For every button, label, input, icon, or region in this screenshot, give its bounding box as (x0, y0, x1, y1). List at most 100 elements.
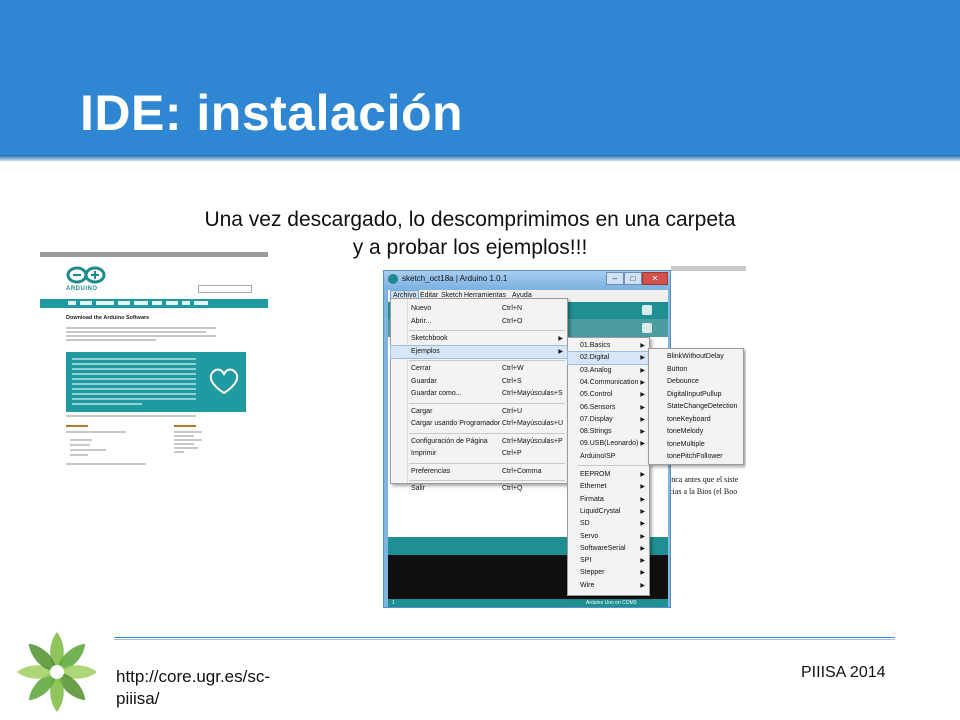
archivo-menu-item-label: Cargar (411, 407, 433, 415)
tab-menu-icon[interactable] (642, 323, 652, 333)
ejemplos-menu-item-label: 08.Strings (580, 428, 612, 436)
archivo-menu-item[interactable]: Configuración de Página Ctrl+Mayúsculas+P (391, 436, 567, 448)
ejemplos-menu-item[interactable]: 07.Display ▶ (568, 414, 649, 426)
website-search-field[interactable] (198, 285, 252, 293)
digital-example-item[interactable]: Button (649, 364, 743, 376)
archivo-menu-item-label: Nuevo (411, 305, 432, 312)
archivo-menu-item-shortcut: Ctrl+Q (502, 485, 523, 492)
website-heading: Download the Arduino Software (66, 315, 150, 321)
website-heart-graphic (202, 352, 246, 412)
archivo-menu-item[interactable]: Nuevo Ctrl+N (391, 303, 567, 315)
ejemplos-menu-item[interactable]: Servo ▶ (568, 531, 649, 543)
ejemplos-menu-item[interactable]: SoftwareSerial ▶ (568, 543, 649, 555)
submenu-arrow-icon: ▶ (640, 570, 645, 577)
website-nav-bar[interactable] (40, 299, 268, 308)
menu-separator (409, 432, 565, 434)
ide-window-title: sketch_oct18a | Arduino 1.0.1 (402, 274, 508, 283)
ejemplos-menu-item[interactable]: 06.Sensors ▶ (568, 402, 649, 414)
ejemplos-menu-item[interactable]: 02.Digital ▶ (567, 351, 650, 366)
board-port-status: Arduino Uno on COM3 (586, 600, 637, 606)
submenu-arrow-icon: ▶ (640, 429, 645, 436)
archivo-menu-item[interactable]: Guardar Ctrl+S (391, 376, 567, 388)
archivo-menu-item-label: Preferencias (411, 467, 451, 475)
archivo-menu-item[interactable]: Cerrar Ctrl+W (391, 363, 567, 375)
digital-example-label: BlinkWithoutDelay (667, 353, 724, 360)
line-number: 1 (392, 600, 395, 606)
submenu-arrow-icon: ▶ (640, 582, 645, 589)
website-license-box (66, 352, 202, 412)
archivo-menu-item[interactable]: Imprimir Ctrl+P (391, 448, 567, 460)
background-document-toolbar (671, 266, 746, 271)
ejemplos-menu-item[interactable]: 05.Control ▶ (568, 389, 649, 401)
submenu-arrow-icon: ▶ (640, 404, 645, 411)
ejemplos-menu-item[interactable]: ArduinoISP (568, 451, 649, 463)
arduino-logo-icon (66, 266, 106, 284)
footer-divider-shadow (114, 639, 895, 640)
archivo-menu-item[interactable]: Salir Ctrl+Q (391, 483, 567, 495)
archivo-menu-item[interactable]: Cargar Ctrl+U (391, 406, 567, 418)
slide-title: IDE: instalación (80, 85, 464, 141)
arduino-logo-text: ARDUINO (66, 286, 98, 292)
digital-example-label: toneKeyboard (667, 415, 711, 423)
archivo-menu-item-label: Imprimir (411, 450, 437, 457)
footer-url[interactable]: http://core.ugr.es/sc-piiisa/ (116, 666, 306, 710)
ejemplos-menu-item[interactable]: Ethernet ▶ (568, 481, 649, 493)
arduino-website-screenshot: ARDUINO Download the Arduino Software (40, 252, 268, 479)
submenu-arrow-icon: ▶ (558, 348, 563, 355)
arduino-ide-screenshot: inca antes que el siste cias a la Bios (… (383, 266, 746, 608)
ejemplos-menu-item[interactable]: 03.Analog ▶ (568, 365, 649, 377)
ejemplos-menu-item[interactable]: SD ▶ (568, 518, 649, 530)
submenu-arrow-icon: ▶ (640, 533, 645, 540)
ejemplos-menu-item[interactable]: 08.Strings ▶ (568, 426, 649, 438)
digital-example-item[interactable]: Debounce (649, 376, 743, 388)
ejemplos-menu-item-label: 05.Control (580, 391, 613, 399)
digital-example-label: DigitalInputPullup (667, 390, 722, 398)
ejemplos-menu-item-label: SPI (580, 557, 592, 565)
digital-example-label: tonePitchFollower (667, 453, 723, 460)
archivo-menu-item-label: Ejemplos (411, 347, 440, 355)
archivo-menu-item[interactable]: Guardar como... Ctrl+Mayúsculas+S (391, 388, 567, 400)
archivo-menu-item[interactable]: Abrir... Ctrl+O (391, 316, 567, 328)
archivo-menu-item-label: Cerrar (411, 365, 431, 372)
menu-separator (409, 462, 565, 464)
archivo-menu-item[interactable]: Cargar usando Programador Ctrl+Mayúsculas… (391, 418, 567, 430)
serial-monitor-icon[interactable] (642, 305, 652, 315)
archivo-menu-item-label: Abrir... (411, 317, 432, 325)
digital-example-item[interactable]: BlinkWithoutDelay (649, 351, 743, 363)
archivo-menu-item-label: Configuración de Página (411, 437, 488, 445)
digital-example-item[interactable]: tonePitchFollower (649, 451, 743, 463)
ejemplos-menu-item[interactable]: 09.USB(Leonardo) ▶ (568, 438, 649, 450)
ejemplos-menu-item[interactable]: EEPROM ▶ (568, 469, 649, 481)
archivo-menu-item[interactable]: Ejemplos ▶ (390, 344, 568, 359)
ejemplos-menu-item[interactable]: Stepper ▶ (568, 567, 649, 579)
ejemplos-menu-item[interactable]: Firmata ▶ (568, 494, 649, 506)
submenu-arrow-icon: ▶ (640, 496, 645, 503)
ejemplos-menu-item[interactable]: Wire ▶ (568, 580, 649, 592)
digital-example-item[interactable]: StateChangeDetection (649, 401, 743, 413)
ejemplos-menu-item[interactable]: 01.Basics ▶ (568, 340, 649, 352)
ide-titlebar: sketch_oct18a | Arduino 1.0.1 – □ ✕ (384, 271, 670, 288)
archivo-menu-item[interactable]: Preferencias Ctrl+Comma (391, 466, 567, 478)
archivo-menu-item[interactable]: Sketchbook ▶ (391, 333, 567, 345)
background-doc-line-1: inca antes que el siste (669, 475, 739, 484)
digital-example-item[interactable]: toneKeyboard (649, 414, 743, 426)
ejemplos-menu-item[interactable]: SPI ▶ (568, 555, 649, 567)
ejemplos-menu-item-label: SD (580, 520, 590, 528)
title-bar-shadow (0, 155, 960, 161)
archivo-menu-item-shortcut: Ctrl+Mayúsculas+P (502, 437, 563, 445)
submenu-arrow-icon: ▶ (640, 484, 645, 491)
archivo-menu-item-label: Cargar usando Programador (411, 420, 501, 427)
digital-example-item[interactable]: toneMultiple (649, 439, 743, 451)
ejemplos-menu-item[interactable]: 04.Communication ▶ (568, 377, 649, 389)
archivo-menu-item-shortcut: Ctrl+Comma (502, 467, 542, 475)
ejemplos-menu-item[interactable]: LiquidCrystal ▶ (568, 506, 649, 518)
close-button[interactable]: ✕ (642, 272, 668, 285)
ejemplos-menu-item-label: EEPROM (580, 471, 611, 478)
digital-example-item[interactable]: toneMelody (649, 426, 743, 438)
archivo-menu-item-shortcut: Ctrl+Mayúsculas+U (502, 420, 564, 427)
ejemplos-menu-item-label: 02.Digital (580, 354, 610, 362)
digital-example-label: Debounce (667, 378, 699, 385)
minimize-button[interactable]: – (606, 272, 624, 285)
digital-example-item[interactable]: DigitalInputPullup (649, 389, 743, 401)
maximize-button[interactable]: □ (624, 272, 642, 285)
